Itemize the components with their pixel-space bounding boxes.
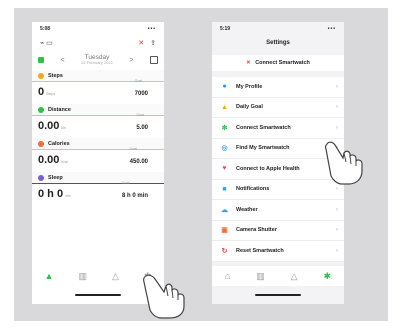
setting-label: Camera Shutter xyxy=(236,227,277,234)
setting-icon: ◎ xyxy=(221,145,228,153)
bluetooth-icon: ✕ xyxy=(246,60,251,66)
metric-goal: Goal 8 h 0 min xyxy=(121,180,148,202)
metric-value: 0.00 xyxy=(38,120,60,132)
page-title: Settings xyxy=(266,40,290,46)
prev-day-button[interactable]: < xyxy=(61,57,65,64)
share-icon[interactable]: ⇪ xyxy=(150,39,156,47)
metric-unit: km xyxy=(61,126,67,130)
goal-value: 7000 xyxy=(134,91,148,98)
signal-icon: ••• xyxy=(327,26,336,32)
metric-goal: Goal 7000 xyxy=(134,78,148,100)
status-time: 5:08 xyxy=(40,26,51,32)
setting-item-weather[interactable]: ☁ Weather › xyxy=(212,200,344,221)
goal-label: Goal xyxy=(136,112,144,117)
sleep-icon xyxy=(38,174,44,181)
metric-value: 0 h 0 xyxy=(38,188,64,200)
setting-label: Daily Goal xyxy=(236,104,263,111)
date-full: 22 February 2022 xyxy=(81,60,113,66)
status-bar: 5:08 ••• xyxy=(32,22,164,36)
watch-battery-icon[interactable]: ⌁ ▭ xyxy=(40,39,53,47)
setting-item-connect-smartwatch[interactable]: ✻ Connect Smartwatch › xyxy=(212,118,344,139)
setting-icon: ♥ xyxy=(222,165,227,173)
metric-unit: Steps xyxy=(46,92,56,96)
setting-icon: ■ xyxy=(222,185,227,193)
setting-label: Notifications xyxy=(236,186,270,193)
chart-icon[interactable]: ▥ xyxy=(78,271,87,282)
chevron-right-icon: › xyxy=(336,104,338,111)
metric-body: 0 Steps Goal 7000 xyxy=(32,78,164,104)
metric-title: Sleep xyxy=(48,174,63,181)
today-icon[interactable] xyxy=(38,57,44,63)
goal-value: 8 h 0 min xyxy=(121,193,148,200)
metric-value: 0.00 xyxy=(38,154,60,166)
status-time: 5:19 xyxy=(220,26,231,32)
setting-label: Connect Smartwatch xyxy=(236,124,291,131)
top-bar: ⌁ ▭ ✕ ⇪ xyxy=(32,36,164,50)
next-day-button[interactable]: > xyxy=(129,57,133,64)
setting-label: Weather xyxy=(236,206,258,213)
setting-icon: ▣ xyxy=(221,227,228,235)
bell-icon[interactable]: △ xyxy=(291,271,298,282)
setting-icon: ● xyxy=(222,83,227,91)
setting-item-reset-smartwatch[interactable]: ↻ Reset Smartwatch › xyxy=(212,241,344,262)
goal-value: 450.00 xyxy=(129,159,148,166)
metric-title: Steps xyxy=(48,72,63,79)
setting-label: My Profile xyxy=(236,83,263,90)
metric-goal: Goal 5.00 xyxy=(136,112,148,134)
chevron-right-icon: › xyxy=(336,124,338,131)
home-icon[interactable]: ▲ xyxy=(45,271,54,281)
chevron-right-icon: › xyxy=(336,227,338,234)
bell-icon[interactable]: △ xyxy=(112,271,119,282)
connect-smartwatch-banner[interactable]: ✕ Connect Smartwatch xyxy=(212,55,344,71)
metric-goal: Goal 450.00 xyxy=(129,146,148,168)
chevron-right-icon: › xyxy=(336,186,338,193)
setting-label: Find My Smartwatch xyxy=(236,145,290,152)
setting-icon: ↻ xyxy=(221,247,228,255)
setting-icon: ▲ xyxy=(221,103,228,111)
setting-item-daily-goal[interactable]: ▲ Daily Goal › xyxy=(212,97,344,118)
connect-banner-label: Connect Smartwatch xyxy=(255,60,310,66)
metric-title: Calories xyxy=(48,140,70,147)
dashboard-screen: 5:08 ••• ⌁ ▭ ✕ ⇪ < Tuesday 22 February 2… xyxy=(32,22,164,304)
distance-icon xyxy=(38,106,44,113)
status-bar: 5:19 ••• xyxy=(212,22,344,36)
chart-icon[interactable]: ▥ xyxy=(256,271,265,282)
chevron-right-icon: › xyxy=(336,206,338,213)
metric-body: 0.00 km Goal 5.00 xyxy=(32,112,164,138)
calendar-icon[interactable] xyxy=(149,56,158,64)
setting-item-camera-shutter[interactable]: ▣ Camera Shutter › xyxy=(212,220,344,241)
metric-title: Distance xyxy=(48,106,71,113)
metrics-list: Steps 0 Steps Goal 7000 Distance 0.00 km Goal 5.0… xyxy=(32,70,164,206)
setting-icon: ✻ xyxy=(221,124,228,132)
chevron-right-icon: › xyxy=(336,247,338,254)
home-icon[interactable]: ⌂ xyxy=(225,271,230,281)
gear-icon[interactable]: ✱ xyxy=(323,271,331,282)
metric-value: 0 xyxy=(38,86,45,98)
chevron-right-icon: › xyxy=(336,83,338,90)
calories-icon xyxy=(38,140,44,147)
signal-icon: ••• xyxy=(147,26,156,32)
metric-body: 0.00 kcal Goal 450.00 xyxy=(32,146,164,172)
setting-item-my-profile[interactable]: ● My Profile › xyxy=(212,77,344,98)
home-indicator xyxy=(255,294,301,296)
pointing-hand-icon xyxy=(324,141,363,185)
metric-body: 0 h 0 min Goal 8 h 0 min xyxy=(32,180,164,206)
setting-label: Reset Smartwatch xyxy=(236,247,284,254)
metric-unit: min xyxy=(65,194,71,198)
goal-value: 5.00 xyxy=(136,125,148,132)
pointing-hand-icon xyxy=(143,274,185,319)
tab-bar: ⌂ ▥ △ ✱ xyxy=(212,266,344,286)
setting-icon: ☁ xyxy=(221,206,228,214)
goal-label: Goal xyxy=(129,146,138,151)
home-indicator xyxy=(75,294,121,296)
metric-unit: kcal xyxy=(61,160,68,164)
steps-icon xyxy=(38,72,44,79)
setting-label: Connect to Apple Health xyxy=(236,165,300,172)
date-selector: < Tuesday 22 February 2022 > xyxy=(32,50,164,70)
bluetooth-icon[interactable]: ✕ xyxy=(138,39,144,47)
goal-label: Goal xyxy=(134,78,143,83)
goal-label: Goal xyxy=(121,180,130,185)
